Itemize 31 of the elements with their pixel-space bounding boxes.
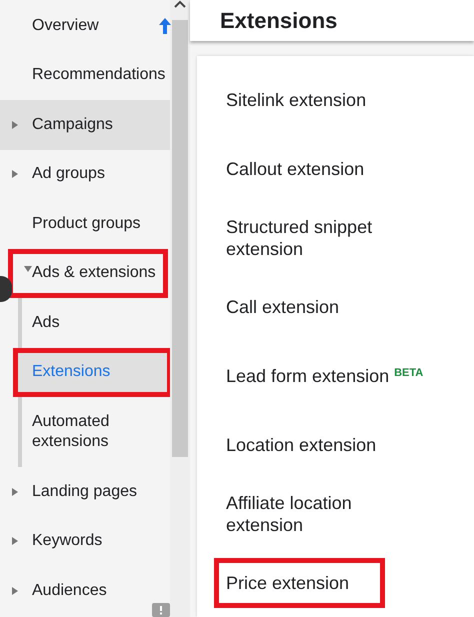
- caret-icon: [12, 586, 18, 595]
- nav-item[interactable]: Campaigns: [0, 100, 170, 150]
- nav-item[interactable]: Ad groups: [0, 150, 170, 199]
- nav-item[interactable]: Product groups: [0, 199, 170, 248]
- arrow-up-icon: [159, 18, 171, 34]
- beta-label: BETA: [394, 367, 424, 379]
- scrollbar-thumb[interactable]: [172, 20, 188, 457]
- caret-icon: [12, 120, 18, 129]
- nav-item[interactable]: Landing pages: [0, 467, 170, 516]
- caret-icon: [24, 266, 32, 272]
- nav-item[interactable]: Audiences: [0, 566, 170, 616]
- nav-item[interactable]: Ads & extensions: [8, 248, 168, 298]
- menu-item[interactable]: Affiliate location extension: [197, 492, 412, 536]
- menu-item[interactable]: Callout extension: [197, 158, 412, 180]
- nav-subitem[interactable]: Automated extensions: [22, 397, 132, 467]
- caret-icon: [12, 537, 18, 546]
- caret-icon: [12, 488, 18, 496]
- feedback-icon[interactable]: [152, 603, 170, 617]
- nav-item[interactable]: Overview: [0, 1, 170, 50]
- nav-item[interactable]: Keywords: [0, 516, 170, 566]
- menu-item[interactable]: Location extension: [197, 434, 412, 456]
- menu-item[interactable]: Sitelink extension: [197, 88, 412, 110]
- page-title: Extensions: [220, 7, 338, 35]
- menu-item[interactable]: Price extension: [214, 558, 385, 608]
- chevron-up-icon[interactable]: [174, 0, 186, 8]
- menu-item[interactable]: Call extension: [197, 296, 412, 318]
- nav-item[interactable]: Recommendations: [0, 50, 170, 100]
- menu-item[interactable]: Structured snippet extension: [197, 216, 412, 260]
- nav-subitem[interactable]: Ads: [22, 298, 170, 348]
- menu-item[interactable]: Lead form extension $^{BETA}$: [197, 364, 457, 386]
- caret-icon: [12, 170, 18, 178]
